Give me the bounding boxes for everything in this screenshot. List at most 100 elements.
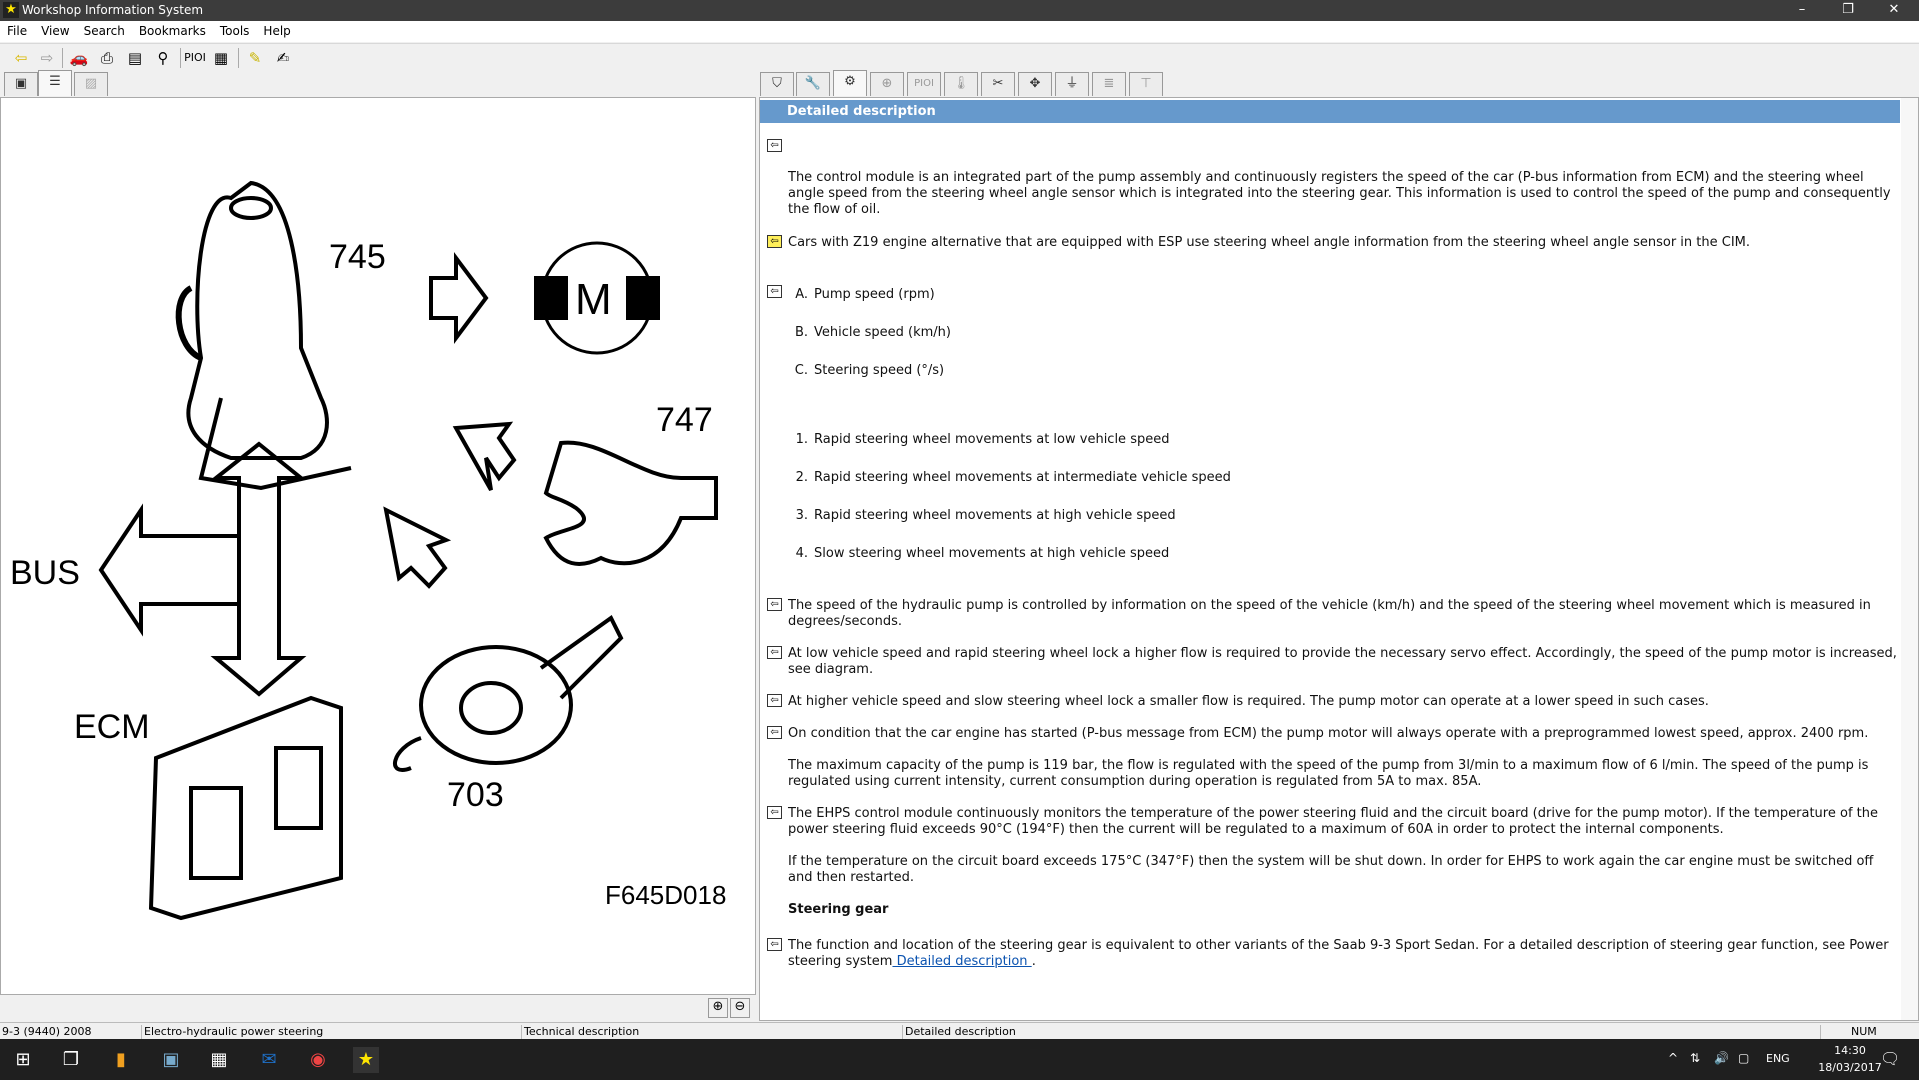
print-icon[interactable]: ⎙ [96, 48, 118, 68]
app-icon[interactable]: ▮ [108, 1047, 134, 1073]
clock-time[interactable]: 14:30 [1815, 1044, 1885, 1057]
language-indicator[interactable]: ENG [1766, 1052, 1790, 1065]
vehicle-icon[interactable]: 🚗 [68, 48, 90, 68]
list-item: 1. Rapid steering wheel movements at low … [795, 432, 1170, 447]
label-745: 745 [329, 238, 386, 276]
back-link-icon[interactable]: ⇦ [767, 285, 782, 298]
list-item: B. Vehicle speed (km/h) [794, 325, 951, 340]
forward-icon[interactable]: ⇨ [36, 48, 58, 68]
clock-date[interactable]: 18/03/2017 [1815, 1061, 1885, 1074]
back-link-icon[interactable]: ⇦ [767, 806, 782, 819]
paragraph: The function and location of the steerin… [788, 938, 1889, 969]
list-item: 2. Rapid steering wheel movements at inte… [795, 470, 1231, 485]
arrow-right [429, 252, 489, 344]
paragraph: If the temperature on the circuit board … [788, 854, 1874, 885]
label-ecm: ECM [74, 708, 150, 746]
title-bar: ★ Workshop Information System – ❐ ✕ [0, 0, 1919, 21]
description-panel: Detailed description ⇦ The control modul… [759, 97, 1919, 1021]
menu-tools[interactable]: Tools [213, 21, 257, 38]
list-item: C. Steering speed (°/s) [794, 363, 945, 378]
menu-view[interactable]: View [34, 21, 76, 38]
app-icon[interactable]: ▣ [158, 1047, 184, 1073]
windows-start-icon[interactable]: ⊞ [10, 1047, 36, 1073]
window-title: Workshop Information System [22, 3, 204, 17]
minimize-button[interactable]: – [1780, 0, 1824, 21]
menu-bookmarks[interactable]: Bookmarks [132, 21, 213, 38]
workshop-app-icon[interactable]: ★ [353, 1047, 379, 1073]
label-bus: BUS [10, 554, 80, 592]
tab-engine-icon[interactable]: ⛉ [760, 72, 794, 96]
menu-bar: File View Search Bookmarks Tools Help [0, 21, 1919, 42]
tab-shirt-icon[interactable]: ⊤ [1129, 72, 1163, 96]
tab-image[interactable]: ▨ [74, 72, 108, 96]
status-num: NUM [1820, 1025, 1877, 1039]
menu-search[interactable]: Search [77, 21, 132, 38]
back-link-icon[interactable]: ⇦ [767, 938, 782, 951]
tab-document[interactable]: ☰ [38, 70, 72, 96]
detailed-description-link[interactable]: Detailed description [892, 954, 1031, 969]
volume-icon[interactable]: 🔊 [1714, 1051, 1729, 1065]
note-icon[interactable]: ✍ [272, 48, 294, 68]
back-link-icon[interactable]: ⇦ [767, 139, 782, 152]
paragraph: On condition that the car engine has sta… [788, 726, 1869, 741]
task-view-icon[interactable]: ❐ [58, 1047, 84, 1073]
tab-tools-icon[interactable]: ✂ [981, 72, 1015, 96]
paragraph: The control module is an integrated part… [788, 170, 1891, 217]
app-logo-icon: ★ [3, 2, 19, 18]
toolbar: ⇦ ⇨ 🚗 ⎙ ▤ ⚲ PIOI ▦ ✎ ✍ [0, 43, 1919, 71]
list-item: 3. Rapid steering wheel movements at high… [795, 508, 1176, 523]
back-link-icon[interactable]: ⇦ [767, 235, 782, 248]
outlook-icon[interactable]: ✉ [256, 1047, 282, 1073]
steering-sensor-illustration [393, 615, 624, 772]
status-view: Detailed description [902, 1025, 1016, 1039]
tab-thermometer-icon[interactable]: 🌡 [944, 72, 978, 96]
calculator-icon[interactable]: ▦ [206, 1047, 232, 1073]
back-link-icon[interactable]: ⇦ [767, 646, 782, 659]
pioi-button[interactable]: PIOI [184, 48, 206, 68]
tab-move-icon[interactable]: ✥ [1018, 72, 1052, 96]
menu-file[interactable]: File [0, 21, 34, 38]
chrome-icon[interactable]: ◉ [305, 1047, 331, 1073]
tab-pioi[interactable]: PIOI [907, 72, 941, 96]
paragraph: At low vehicle speed and rapid steering … [788, 646, 1897, 677]
vertical-scrollbar[interactable] [1901, 98, 1918, 1020]
figure-id: F645D018 [605, 880, 726, 910]
motor-label: M [575, 275, 612, 324]
highlighter-icon[interactable]: ✎ [244, 48, 266, 68]
section-heading: Steering gear [788, 902, 889, 917]
back-link-icon[interactable]: ⇦ [767, 694, 782, 707]
zoom-out-icon[interactable]: ⊖ [730, 998, 750, 1018]
restore-button[interactable]: ❐ [1826, 0, 1870, 21]
tab-circuit-icon[interactable]: ⏚ [1055, 72, 1089, 96]
paragraph: Cars with Z19 engine alternative that ar… [788, 235, 1751, 250]
tab-list-icon[interactable]: ≣ [1092, 72, 1126, 96]
status-doc-type: Technical description [521, 1025, 639, 1039]
tray-chevron-icon[interactable]: ^ [1668, 1051, 1678, 1065]
keyboard-icon[interactable]: ▢ [1738, 1051, 1749, 1065]
arrow-diagonal-upper [452, 421, 517, 491]
diagram-panel: 745 747 703 BUS ECM M F645D018 [0, 97, 756, 995]
close-button[interactable]: ✕ [1872, 0, 1916, 21]
paragraph: The speed of the hydraulic pump is contr… [788, 598, 1871, 629]
back-link-icon[interactable]: ⇦ [767, 598, 782, 611]
back-link-icon[interactable]: ⇦ [767, 726, 782, 739]
tab-wrench-icon[interactable]: 🔧 [796, 72, 830, 96]
tab-component-icon[interactable]: ⊕ [870, 72, 904, 96]
status-bar: 9-3 (9440) 2008 Electro-hydraulic power … [0, 1022, 1919, 1039]
paragraph: At higher vehicle speed and slow steerin… [788, 694, 1709, 709]
download-icon[interactable]: ▤ [124, 48, 146, 68]
menu-help[interactable]: Help [256, 21, 297, 38]
zoom-bar: ⊕ ⊖ [0, 995, 756, 1021]
zoom-in-icon[interactable]: ⊕ [708, 998, 728, 1018]
tab-gears-icon[interactable]: ⚙ [833, 70, 867, 96]
binoculars-icon[interactable]: ⚲ [152, 48, 174, 68]
section-header: Detailed description [760, 100, 1900, 123]
calculator-icon[interactable]: ▦ [210, 48, 232, 68]
network-icon[interactable]: ⇅ [1690, 1051, 1700, 1065]
bus-arrow [98, 503, 241, 637]
notifications-icon[interactable]: 🗨 [1880, 1049, 1900, 1068]
ecm-illustration [148, 695, 343, 921]
paragraph: The EHPS control module continuously mon… [788, 806, 1878, 837]
back-icon[interactable]: ⇦ [10, 48, 32, 68]
tab-tree[interactable]: ▣ [4, 72, 38, 96]
